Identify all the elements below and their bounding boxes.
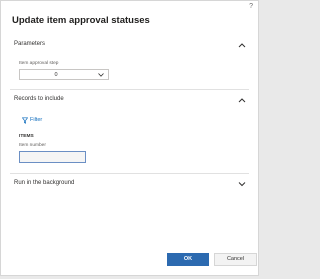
- items-group-label: ITEMS: [19, 134, 34, 139]
- filter-icon: [22, 117, 28, 124]
- chevron-up-icon: [238, 43, 246, 48]
- item-number-label: Item number: [19, 143, 46, 148]
- background-section-header[interactable]: Run in the background: [1, 177, 258, 193]
- ok-button[interactable]: OK: [167, 253, 209, 266]
- item-number-input[interactable]: [19, 151, 86, 163]
- records-section-label: Records to include: [14, 96, 64, 102]
- chevron-down-icon: [238, 182, 246, 187]
- records-section-header[interactable]: Records to include: [1, 93, 258, 109]
- cancel-button[interactable]: Cancel: [214, 253, 257, 266]
- section-divider: [10, 173, 249, 174]
- help-icon[interactable]: ?: [249, 3, 253, 10]
- section-divider: [10, 89, 249, 90]
- update-item-approval-dialog: ? Update item approval statuses Paramete…: [0, 0, 259, 276]
- approval-step-label: Item approval step: [19, 61, 59, 66]
- parameters-section-label: Parameters: [14, 41, 46, 47]
- chevron-up-icon: [238, 98, 246, 103]
- dialog-title: Update item approval statuses: [12, 15, 150, 26]
- parameters-section-header[interactable]: Parameters: [1, 38, 258, 54]
- approval-step-select[interactable]: 0: [19, 69, 109, 80]
- approval-step-value: 0: [54, 72, 58, 78]
- chevron-down-icon: [98, 73, 104, 77]
- background-section-label: Run in the background: [14, 180, 75, 186]
- filter-label: Filter: [30, 117, 43, 123]
